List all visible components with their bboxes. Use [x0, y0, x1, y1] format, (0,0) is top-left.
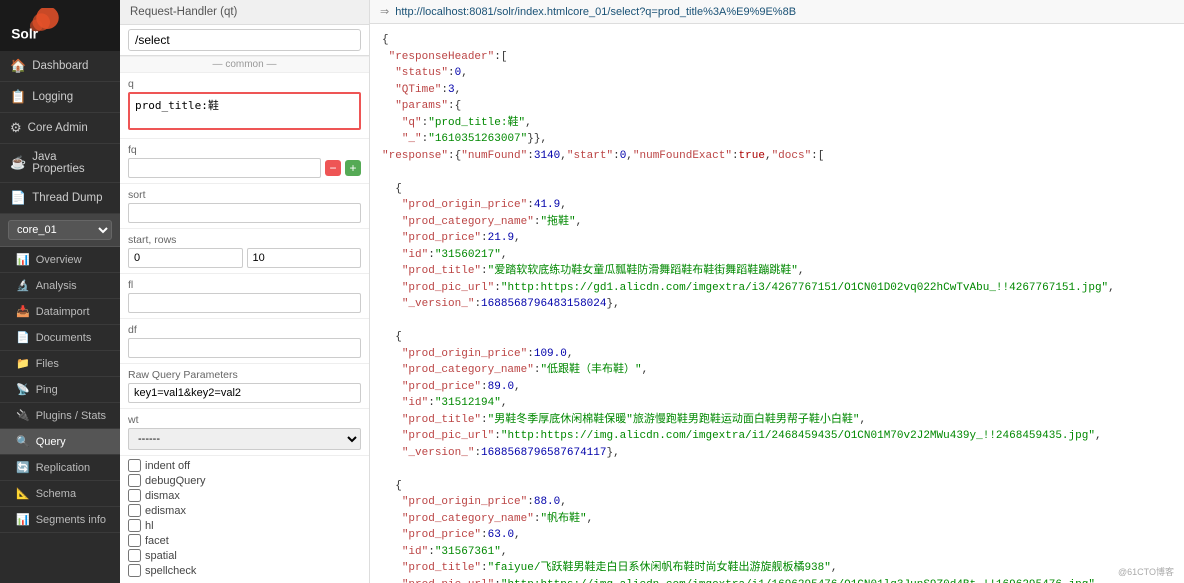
sort-label: sort [128, 189, 361, 201]
request-handler-input[interactable] [128, 29, 361, 51]
query-icon: 🔍 [16, 435, 30, 448]
dismax-label[interactable]: dismax [128, 489, 361, 502]
indent-off-checkbox[interactable] [128, 459, 141, 472]
plugins-icon: 🔌 [16, 409, 30, 422]
dismax-checkbox[interactable] [128, 489, 141, 502]
sidebar-item-replication[interactable]: 🔄 Replication [0, 455, 120, 481]
sort-field-group: sort [120, 184, 369, 229]
raw-query-input[interactable] [128, 383, 361, 403]
files-icon: 📁 [16, 357, 30, 370]
checkbox-group: indent off debugQuery dismax edismax hl … [120, 456, 369, 582]
start-rows-inputs [128, 248, 361, 268]
q-input[interactable]: prod_title:鞋 [128, 92, 361, 130]
logo-area: Solr [0, 0, 120, 51]
rows-input[interactable] [247, 248, 362, 268]
wt-select[interactable]: ------ json xml csv python ruby [128, 428, 361, 450]
fq-field-group: fq − + [120, 139, 369, 184]
sidebar-item-documents[interactable]: 📄 Documents [0, 325, 120, 351]
response-content: { "responseHeader":[ "status":0, "QTime"… [382, 32, 1172, 583]
edismax-label[interactable]: edismax [128, 504, 361, 517]
response-panel: ⇒ http://localhost:8081/solr/index.htmlc… [370, 0, 1184, 583]
core-admin-icon: ⚙ [10, 120, 22, 136]
debug-query-label[interactable]: debugQuery [128, 474, 361, 487]
fq-remove-button[interactable]: − [325, 160, 341, 176]
sidebar-item-segments[interactable]: 📊 Segments info [0, 507, 120, 533]
sidebar-item-overview[interactable]: 📊 Overview [0, 247, 120, 273]
spatial-label[interactable]: spatial [128, 549, 361, 562]
response-url: http://localhost:8081/solr/index.htmlcor… [395, 6, 796, 18]
analysis-icon: 🔬 [16, 279, 30, 292]
thread-dump-icon: 📄 [10, 190, 26, 206]
documents-icon: 📄 [16, 331, 30, 344]
logging-icon: 📋 [10, 89, 26, 105]
solr-logo: Solr [10, 8, 60, 43]
hl-label[interactable]: hl [128, 519, 361, 532]
dataimport-icon: 📥 [16, 305, 30, 318]
sidebar-item-dataimport[interactable]: 📥 Dataimport [0, 299, 120, 325]
start-rows-label: start, rows [128, 234, 361, 246]
raw-query-label: Raw Query Parameters [128, 369, 361, 381]
df-field-group: df [120, 319, 369, 364]
query-form-panel: Request-Handler (qt) — common — q prod_t… [120, 0, 370, 583]
sidebar-item-core-admin[interactable]: ⚙ Core Admin [0, 113, 120, 144]
fq-add-button[interactable]: + [345, 160, 361, 176]
url-bar: ⇒ http://localhost:8081/solr/index.htmlc… [370, 0, 1184, 24]
df-label: df [128, 324, 361, 336]
svg-text:Solr: Solr [11, 26, 38, 41]
sidebar-item-logging[interactable]: 📋 Logging [0, 82, 120, 113]
dashboard-icon: 🏠 [10, 58, 26, 74]
spellcheck-checkbox[interactable] [128, 564, 141, 577]
fl-field-group: fl [120, 274, 369, 319]
core-selector: core_01 [0, 214, 120, 247]
schema-icon: 📐 [16, 487, 30, 500]
indent-off-label[interactable]: indent off [128, 459, 361, 472]
sidebar-item-plugins[interactable]: 🔌 Plugins / Stats [0, 403, 120, 429]
fq-row: − + [128, 158, 361, 178]
spatial-checkbox[interactable] [128, 549, 141, 562]
wt-field-group: wt ------ json xml csv python ruby [120, 409, 369, 456]
debug-query-checkbox[interactable] [128, 474, 141, 487]
facet-label[interactable]: facet [128, 534, 361, 547]
fq-label: fq [128, 144, 361, 156]
sort-input[interactable] [128, 203, 361, 223]
start-input[interactable] [128, 248, 243, 268]
raw-query-field-group: Raw Query Parameters [120, 364, 369, 409]
fl-input[interactable] [128, 293, 361, 313]
segments-icon: 📊 [16, 513, 30, 526]
q-field-group: q prod_title:鞋 [120, 73, 369, 139]
overview-icon: 📊 [16, 253, 30, 266]
fl-label: fl [128, 279, 361, 291]
sidebar-item-ping[interactable]: 📡 Ping [0, 377, 120, 403]
request-handler-field [120, 25, 369, 56]
facet-checkbox[interactable] [128, 534, 141, 547]
wt-label: wt [128, 414, 361, 426]
replication-icon: 🔄 [16, 461, 30, 474]
sidebar-item-files[interactable]: 📁 Files [0, 351, 120, 377]
sidebar-item-schema[interactable]: 📐 Schema [0, 481, 120, 507]
sidebar-item-thread-dump[interactable]: 📄 Thread Dump [0, 183, 120, 214]
core-select[interactable]: core_01 [8, 220, 112, 240]
hl-checkbox[interactable] [128, 519, 141, 532]
q-label: q [128, 78, 361, 90]
java-icon: ☕ [10, 155, 26, 171]
sidebar-item-query[interactable]: 🔍 Query [0, 429, 120, 455]
sidebar-item-dashboard[interactable]: 🏠 Dashboard [0, 51, 120, 82]
sidebar-item-java-properties[interactable]: ☕ Java Properties [0, 144, 120, 183]
sidebar: Solr 🏠 Dashboard 📋 Logging ⚙ Core Admin … [0, 0, 120, 583]
edismax-checkbox[interactable] [128, 504, 141, 517]
fq-input[interactable] [128, 158, 321, 178]
df-input[interactable] [128, 338, 361, 358]
sidebar-item-analysis[interactable]: 🔬 Analysis [0, 273, 120, 299]
spellcheck-label[interactable]: spellcheck [128, 564, 361, 577]
response-area[interactable]: { "responseHeader":[ "status":0, "QTime"… [370, 24, 1184, 583]
watermark: @61CTO博客 [1118, 565, 1174, 578]
url-icon: ⇒ [380, 5, 389, 18]
ping-icon: 📡 [16, 383, 30, 396]
request-handler-label: Request-Handler (qt) [120, 0, 369, 25]
start-rows-field-group: start, rows [120, 229, 369, 274]
common-section-label: — common — [120, 56, 369, 73]
